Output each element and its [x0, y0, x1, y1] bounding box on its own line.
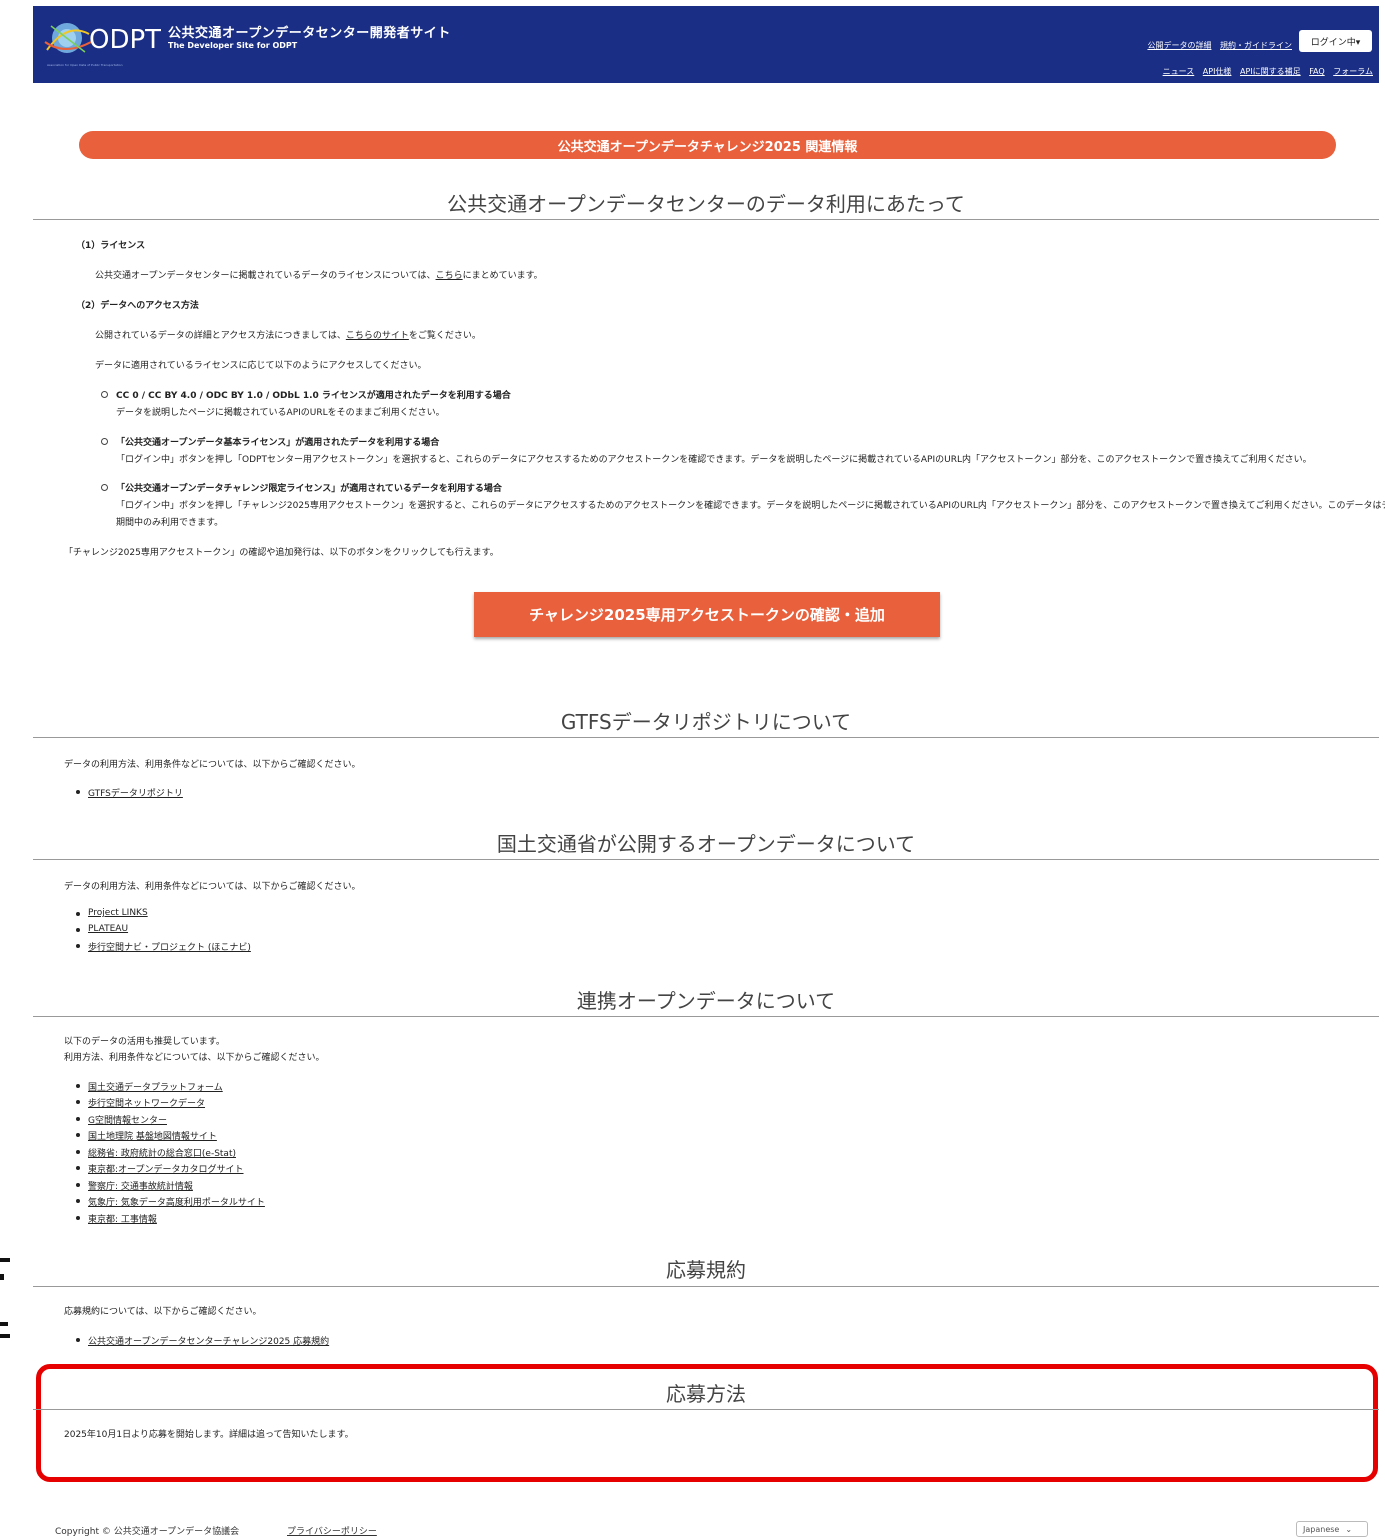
section-divider	[33, 737, 1379, 738]
section-title-mlit: 国土交通省が公開するオープンデータについて	[496, 832, 916, 856]
access-text: 公開されているデータの詳細とアクセス方法につきましては、こちらのサイトをご覧くだ…	[95, 331, 481, 341]
section-divider	[33, 219, 1379, 220]
site-title: 公共交通オープンデータセンター開発者サイト	[168, 26, 451, 41]
linked-intro-2: 利用方法、利用条件などについては、以下からご確認ください。	[64, 1053, 325, 1063]
project-links-link[interactable]: Project LINKS	[88, 908, 148, 918]
gtfs-intro: データの利用方法、利用条件などについては、以下からご確認ください。	[64, 760, 361, 770]
section-divider	[33, 1409, 1379, 1410]
section-divider	[33, 1286, 1379, 1287]
list-bullet	[76, 1133, 80, 1137]
section-title-gtfs: GTFSデータリポジトリについて	[560, 710, 852, 734]
license-item-heading: 「公共交通オープンデータ基本ライセンス」が適用されたデータを利用する場合	[116, 438, 440, 448]
list-bullet	[76, 1117, 80, 1121]
mlit-intro: データの利用方法、利用条件などについては、以下からご確認ください。	[64, 882, 361, 892]
license-item-text: 「ログイン中」ボタンを押し「ODPTセンター用アクセストークン」を選択すると、こ…	[116, 455, 1312, 465]
hokonavi-link[interactable]: 歩行空間ナビ・プロジェクト (ほこナビ)	[88, 940, 251, 953]
license-heading: （1）ライセンス	[76, 241, 146, 251]
linked-data-link[interactable]: G空間情報センター	[88, 1113, 167, 1126]
license-text: 公共交通オープンデータセンターに掲載されているデータのライセンスについては、こち…	[95, 271, 543, 281]
token-note: 「チャレンジ2025専用アクセストークン」の確認や追加発行は、以下のボタンをクリ…	[64, 548, 499, 558]
nav-faq[interactable]: FAQ	[1309, 67, 1325, 76]
list-bullet	[76, 790, 80, 794]
linked-data-link[interactable]: 総務省: 政府統計の総合窓口(e-Stat)	[88, 1146, 236, 1159]
list-bullet	[76, 1199, 80, 1203]
linked-data-link[interactable]: 気象庁: 気象データ高度利用ポータルサイト	[88, 1195, 265, 1208]
linked-data-link[interactable]: 警察庁: 交通事故統計情報	[88, 1179, 193, 1192]
list-bullet	[76, 1150, 80, 1154]
linked-data-link[interactable]: 国土交通データプラットフォーム	[88, 1080, 223, 1093]
odpt-logo[interactable]: ODPT Association for Open Data of Public…	[41, 12, 161, 70]
list-bullet	[76, 1166, 80, 1170]
list-bullet	[76, 1084, 80, 1088]
list-bullet	[76, 1338, 80, 1342]
cropped-glyph	[0, 1274, 4, 1280]
list-bullet	[101, 484, 108, 491]
list-bullet	[101, 438, 108, 445]
list-bullet	[76, 928, 80, 932]
list-bullet	[76, 1216, 80, 1220]
access-site-link[interactable]: こちらのサイト	[346, 331, 409, 341]
gtfs-repository-link[interactable]: GTFSデータリポジトリ	[88, 786, 183, 799]
section-title-entry-method: 応募方法	[666, 1382, 746, 1406]
challenge-token-button[interactable]: チャレンジ2025専用アクセストークンの確認・追加	[474, 592, 940, 637]
language-select-value: Japanese	[1303, 1524, 1340, 1534]
nav-public-data-details[interactable]: 公開データの詳細	[1147, 41, 1211, 50]
section-title-terms: 応募規約	[666, 1258, 746, 1282]
section-title-linked-data: 連携オープンデータについて	[576, 989, 836, 1013]
linked-data-link[interactable]: 国土地理院 基盤地図情報サイト	[88, 1129, 217, 1142]
chevron-down-icon: ⌄	[1345, 1524, 1353, 1534]
license-item-heading: 「公共交通オープンデータチャレンジ限定ライセンス」が適用されているデータを利用す…	[116, 484, 502, 494]
entry-method-text: 2025年10月1日より応募を開始します。詳細は追って告知いたします。	[64, 1430, 354, 1440]
site-subtitle: The Developer Site for ODPT	[168, 41, 298, 50]
license-link[interactable]: こちら	[436, 271, 463, 281]
primary-nav: 公開データの詳細 規約・ガイドライン	[1141, 40, 1292, 51]
nav-terms-guidelines[interactable]: 規約・ガイドライン	[1220, 41, 1292, 50]
license-item-text-cont: 期間中のみ利用できます。	[116, 518, 224, 528]
cropped-glyph	[0, 1334, 10, 1338]
section-divider	[33, 859, 1379, 860]
section-title-data-usage: 公共交通オープンデータセンターのデータ利用にあたって	[447, 192, 965, 216]
list-bullet	[76, 1100, 80, 1104]
terms-intro: 応募規約については、以下からご確認ください。	[64, 1307, 262, 1317]
access-intro: データに適用されているライセンスに応じて以下のようにアクセスしてください。	[95, 361, 427, 371]
license-item-heading: CC 0 / CC BY 4.0 / ODC BY 1.0 / ODbL 1.0…	[116, 391, 511, 401]
list-bullet	[101, 391, 108, 398]
nav-api-notes[interactable]: APIに関する補足	[1240, 67, 1301, 76]
secondary-nav: ニュース API仕様 APIに関する補足 FAQ フォーラム	[1157, 66, 1373, 77]
site-header: ODPT Association for Open Data of Public…	[33, 6, 1379, 83]
list-bullet	[76, 912, 80, 916]
cropped-glyph	[0, 1322, 8, 1326]
license-item-text: データを説明したページに掲載されているAPIのURLをそのままご利用ください。	[116, 408, 445, 418]
svg-text:Association for Open Data of P: Association for Open Data of Public Tran…	[47, 63, 123, 67]
nav-news[interactable]: ニュース	[1163, 67, 1195, 76]
linked-intro-1: 以下のデータの活用も推奨しています。	[64, 1037, 225, 1047]
license-item-text: 「ログイン中」ボタンを押し「チャレンジ2025専用アクセストークン」を選択すると…	[116, 501, 1385, 511]
privacy-policy-link[interactable]: プライバシーポリシー	[287, 1524, 377, 1537]
footer-copyright: Copyright © 公共交通オープンデータ協議会	[55, 1527, 240, 1537]
section-divider	[33, 1016, 1379, 1017]
list-bullet	[76, 1183, 80, 1187]
nav-forum[interactable]: フォーラム	[1333, 67, 1373, 76]
access-heading: （2）データへのアクセス方法	[76, 301, 199, 311]
list-bullet	[76, 944, 80, 948]
plateau-link[interactable]: PLATEAU	[88, 924, 128, 934]
linked-data-link[interactable]: 東京都: 工事情報	[88, 1212, 157, 1225]
linked-data-link[interactable]: 東京都:オープンデータカタログサイト	[88, 1162, 244, 1175]
linked-data-link[interactable]: 歩行空間ネットワークデータ	[88, 1096, 205, 1109]
cropped-glyph	[0, 1258, 10, 1262]
nav-api-spec[interactable]: API仕様	[1203, 67, 1232, 76]
challenge-banner[interactable]: 公共交通オープンデータチャレンジ2025 関連情報	[79, 131, 1336, 159]
login-menu-button[interactable]: ログイン中▾	[1299, 30, 1372, 52]
entry-terms-link[interactable]: 公共交通オープンデータセンターチャレンジ2025 応募規約	[88, 1334, 329, 1347]
svg-text:ODPT: ODPT	[89, 25, 161, 55]
